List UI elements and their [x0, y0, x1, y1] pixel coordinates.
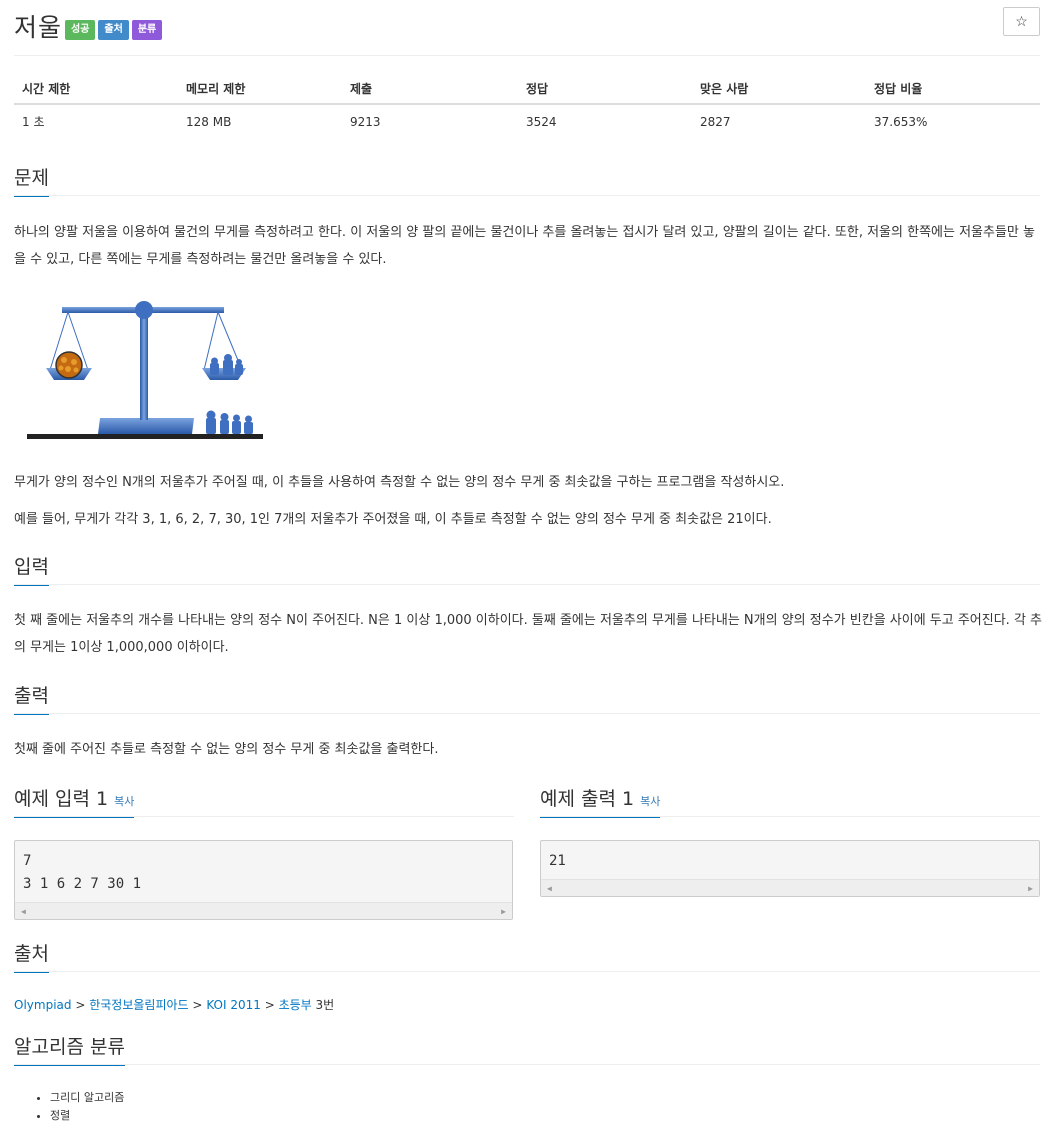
balance-scale-image	[24, 298, 266, 448]
source-link-koi-2011[interactable]: KOI 2011	[206, 998, 261, 1012]
sample-output-scrollbar[interactable]: ◀ ▶	[541, 879, 1039, 896]
scroll-right-icon[interactable]: ▶	[1028, 884, 1033, 893]
source-heading: 출처	[14, 942, 49, 973]
description-paragraph-3: 예를 들어, 무게가 각각 3, 1, 6, 2, 7, 30, 1인 7개의 …	[14, 512, 772, 527]
header-accepted: 정답	[518, 74, 692, 105]
source-link-koi[interactable]: 한국정보올림피아드	[89, 998, 188, 1012]
value-submissions: 9213	[350, 114, 381, 129]
source-section-header: 출처	[14, 942, 1040, 973]
source-problem-number: 3번	[315, 998, 335, 1012]
value-ratio: 37.653%	[874, 114, 928, 129]
sample-input-header: 예제 입력 1 복사	[14, 787, 514, 818]
breadcrumb-separator: >	[264, 998, 275, 1012]
algorithm-heading: 알고리즘 분류	[14, 1035, 125, 1066]
value-time-limit: 1 초	[22, 115, 45, 129]
breadcrumb-separator: >	[75, 998, 86, 1012]
star-icon: ☆	[1015, 13, 1028, 29]
info-table-header-row: 시간 제한 메모리 제한 제출 정답 맞은 사람 정답 비율	[14, 74, 1040, 105]
value-accepted: 3524	[526, 114, 557, 129]
problem-header: 저울 성공 출처 분류	[14, 8, 163, 44]
source-link-elementary[interactable]: 초등부	[279, 998, 312, 1012]
output-heading: 출력	[14, 684, 49, 715]
input-description: 첫 째 줄에는 저울추의 개수를 나타내는 양의 정수 N이 주어진다. N은 …	[14, 613, 1043, 655]
source-breadcrumb: Olympiad > 한국정보올림피아드 > KOI 2011 > 초등부 3번	[14, 996, 334, 1013]
sample-output-heading: 예제 출력 1 복사	[540, 787, 661, 818]
sample-input-box[interactable]: 7 3 1 6 2 7 30 1 ◀ ▶	[14, 840, 513, 920]
sample-input-heading: 예제 입력 1 복사	[14, 787, 135, 818]
description-paragraph-1: 하나의 양팔 저울을 이용하여 물건의 무게를 측정하려고 한다. 이 저울의 …	[14, 225, 1035, 267]
breadcrumb-separator: >	[192, 998, 203, 1012]
value-memory-limit: 128 MB	[186, 114, 232, 129]
label-success: 성공	[65, 20, 96, 40]
value-solvers: 2827	[700, 114, 731, 129]
label-category[interactable]: 분류	[131, 20, 163, 40]
header-time-limit: 시간 제한	[14, 74, 178, 105]
sample-input-content: 7 3 1 6 2 7 30 1	[23, 853, 142, 892]
output-description: 첫째 줄에 주어진 추들로 측정할 수 없는 양의 정수 무게 중 최솟값을 출…	[14, 742, 439, 757]
algorithm-tag[interactable]: 정렬	[50, 1107, 124, 1125]
description-heading: 문제	[14, 166, 49, 197]
sample-output-header: 예제 출력 1 복사	[540, 787, 1040, 818]
algorithm-tag[interactable]: 그리디 알고리즘	[50, 1089, 124, 1107]
input-heading: 입력	[14, 555, 49, 586]
sample-output-content: 21	[549, 853, 566, 869]
sample-output-box[interactable]: 21 ◀ ▶	[540, 840, 1040, 897]
algorithm-section-header: 알고리즘 분류	[14, 1035, 1040, 1066]
input-section-header: 입력	[14, 555, 1040, 586]
sample-input-scrollbar[interactable]: ◀ ▶	[15, 902, 512, 919]
header-solvers: 맞은 사람	[692, 74, 866, 105]
algorithm-tag-list: 그리디 알고리즘 정렬	[50, 1089, 124, 1125]
scroll-right-icon[interactable]: ▶	[501, 907, 506, 916]
problem-info-table: 시간 제한 메모리 제한 제출 정답 맞은 사람 정답 비율 1 초 128 M…	[14, 74, 1040, 138]
scroll-left-icon[interactable]: ◀	[547, 884, 552, 893]
title-divider	[14, 55, 1040, 56]
copy-sample-input-button[interactable]: 복사	[114, 795, 134, 808]
header-ratio: 정답 비율	[866, 74, 1040, 105]
favorite-button[interactable]: ☆	[1003, 7, 1040, 36]
info-table-row: 1 초 128 MB 9213 3524 2827 37.653%	[14, 104, 1040, 138]
problem-title: 저울	[14, 13, 63, 42]
source-link-olympiad[interactable]: Olympiad	[14, 998, 72, 1012]
description-paragraph-2: 무게가 양의 정수인 N개의 저울추가 주어질 때, 이 추들을 사용하여 측정…	[14, 475, 785, 490]
copy-sample-output-button[interactable]: 복사	[640, 795, 660, 808]
label-source[interactable]: 출처	[98, 20, 129, 40]
description-section-header: 문제	[14, 166, 1040, 197]
header-submissions: 제출	[342, 74, 518, 105]
scroll-left-icon[interactable]: ◀	[21, 907, 26, 916]
output-section-header: 출력	[14, 684, 1040, 715]
header-memory-limit: 메모리 제한	[178, 74, 342, 105]
